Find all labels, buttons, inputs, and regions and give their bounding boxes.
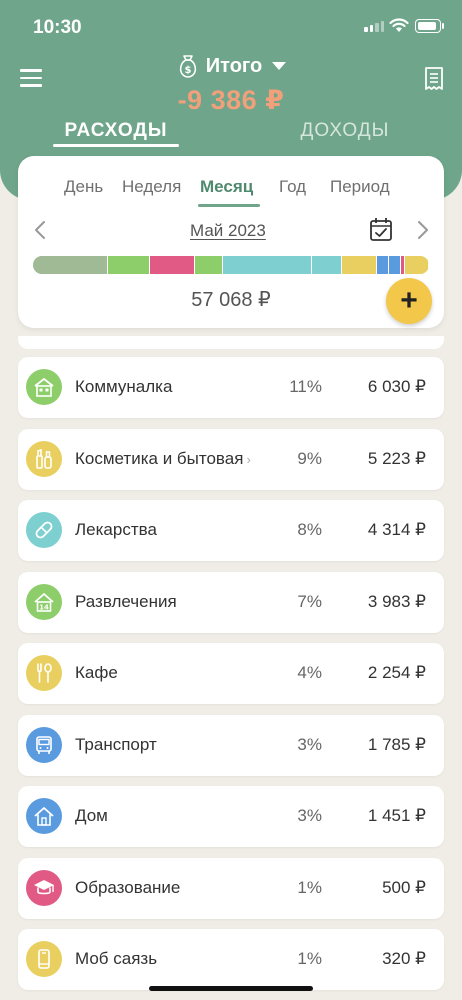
wifi-icon <box>389 18 409 32</box>
period-year[interactable]: Год <box>279 177 306 197</box>
phone-icon <box>26 941 62 977</box>
distribution-segment <box>149 256 196 274</box>
chevron-right-icon: › <box>246 452 251 467</box>
category-percent: 11% <box>289 377 322 396</box>
period-day[interactable]: День <box>64 177 103 197</box>
tab-income[interactable]: ДОХОДЫ <box>285 120 405 142</box>
category-row[interactable]: 14 Развлечения 7% 3 983 ₽ <box>18 572 444 633</box>
period-custom[interactable]: Период <box>330 177 390 197</box>
current-period-label[interactable]: Май 2023 <box>190 221 266 241</box>
category-name-text: Образование <box>75 878 181 897</box>
category-amount: 6 030 ₽ <box>367 377 426 396</box>
active-tab-indicator <box>53 144 179 147</box>
status-time: 10:30 <box>33 17 82 38</box>
category-name: Моб саязь <box>75 949 157 969</box>
category-percent: 3% <box>297 806 322 825</box>
period-week[interactable]: Неделя <box>122 177 181 197</box>
chevron-left-icon[interactable] <box>34 220 46 240</box>
category-name-text: Дом <box>75 806 108 825</box>
svg-text:$: $ <box>184 65 191 76</box>
category-amount: 500 ₽ <box>382 878 426 897</box>
category-amount: 1 785 ₽ <box>367 735 426 754</box>
distribution-segment <box>312 256 342 274</box>
category-row[interactable]: Косметика и бытовая › 9% 5 223 ₽ <box>18 429 444 490</box>
distribution-segment <box>389 256 402 274</box>
category-amount: 4 314 ₽ <box>367 520 426 539</box>
list-item-partial <box>18 336 444 349</box>
distribution-segment <box>108 256 150 274</box>
distribution-segment <box>195 256 224 274</box>
signal-icon <box>364 21 384 32</box>
category-name: Развлечения <box>75 592 177 612</box>
category-name-text: Транспорт <box>75 735 157 754</box>
distribution-segment <box>405 256 429 274</box>
category-amount: 5 223 ₽ <box>367 449 426 468</box>
svg-text:14: 14 <box>39 604 49 612</box>
category-name: Транспорт <box>75 735 157 755</box>
category-row[interactable]: Коммуналка 11% 6 030 ₽ <box>18 357 444 418</box>
category-percent: 7% <box>297 592 322 611</box>
category-amount: 1 451 ₽ <box>367 806 426 825</box>
house-icon <box>26 369 62 405</box>
category-name: Образование <box>75 878 180 898</box>
home-indicator <box>149 986 313 991</box>
category-percent: 9% <box>297 449 322 468</box>
category-percent: 8% <box>297 520 322 539</box>
money-bag-icon: $ <box>179 55 196 78</box>
category-name: Лекарства <box>75 520 157 540</box>
category-amount: 3 983 ₽ <box>367 592 426 611</box>
category-percent: 1% <box>297 949 322 968</box>
graduation-cap-icon <box>26 870 62 906</box>
category-percent: 1% <box>297 878 322 897</box>
category-row[interactable]: Транспорт 3% 1 785 ₽ <box>18 715 444 776</box>
category-name-text: Моб саязь <box>75 949 158 968</box>
cosmetics-icon <box>26 441 62 477</box>
category-amount: 320 ₽ <box>382 949 426 968</box>
period-card: День Неделя Месяц Год Период Май 2023 57… <box>18 156 444 328</box>
category-distribution-bar <box>33 256 429 274</box>
category-percent: 4% <box>297 663 322 682</box>
category-name: Коммуналка <box>75 377 172 397</box>
distribution-segment <box>223 256 313 274</box>
chevron-right-icon[interactable] <box>417 220 429 240</box>
account-name: Итого <box>205 54 263 77</box>
period-total: 57 068 ₽ <box>191 289 271 311</box>
category-name-text: Лекарства <box>75 520 157 539</box>
chevron-down-icon <box>272 62 287 70</box>
tab-expenses[interactable]: РАСХОДЫ <box>53 120 179 142</box>
category-row[interactable]: Дом 3% 1 451 ₽ <box>18 786 444 847</box>
entertainment-icon: 14 <box>26 584 62 620</box>
period-month[interactable]: Месяц <box>200 177 253 197</box>
bus-icon <box>26 727 62 763</box>
home-icon <box>26 798 62 834</box>
category-name-text: Косметика и бытовая <box>75 449 244 468</box>
battery-icon <box>415 19 444 33</box>
category-name: Дом <box>75 806 108 826</box>
category-row[interactable]: Кафе 4% 2 254 ₽ <box>18 643 444 704</box>
account-selector[interactable]: $ Итого <box>0 53 462 79</box>
balance-amount: -9 386 ₽ <box>177 85 285 115</box>
category-row[interactable]: Лекарства 8% 4 314 ₽ <box>18 500 444 561</box>
category-row[interactable]: Моб саязь 1% 320 ₽ <box>18 929 444 990</box>
distribution-segment <box>377 256 390 274</box>
category-amount: 2 254 ₽ <box>367 663 426 682</box>
distribution-segment <box>341 256 378 274</box>
category-name-text: Коммуналка <box>75 377 173 396</box>
active-period-indicator <box>198 204 260 207</box>
category-name-text: Развлечения <box>75 592 177 611</box>
pill-icon <box>26 512 62 548</box>
category-percent: 3% <box>297 735 322 754</box>
category-name: Кафе <box>75 663 118 683</box>
fork-spoon-icon <box>26 655 62 691</box>
category-row[interactable]: Образование 1% 500 ₽ <box>18 858 444 919</box>
period-tabs: День Неделя Месяц Год Период <box>18 177 444 199</box>
add-expense-button[interactable]: + <box>386 278 432 324</box>
category-name: Косметика и бытовая › <box>75 449 251 469</box>
category-name-text: Кафе <box>75 663 118 682</box>
calendar-icon[interactable] <box>370 217 392 241</box>
distribution-segment <box>33 256 109 274</box>
